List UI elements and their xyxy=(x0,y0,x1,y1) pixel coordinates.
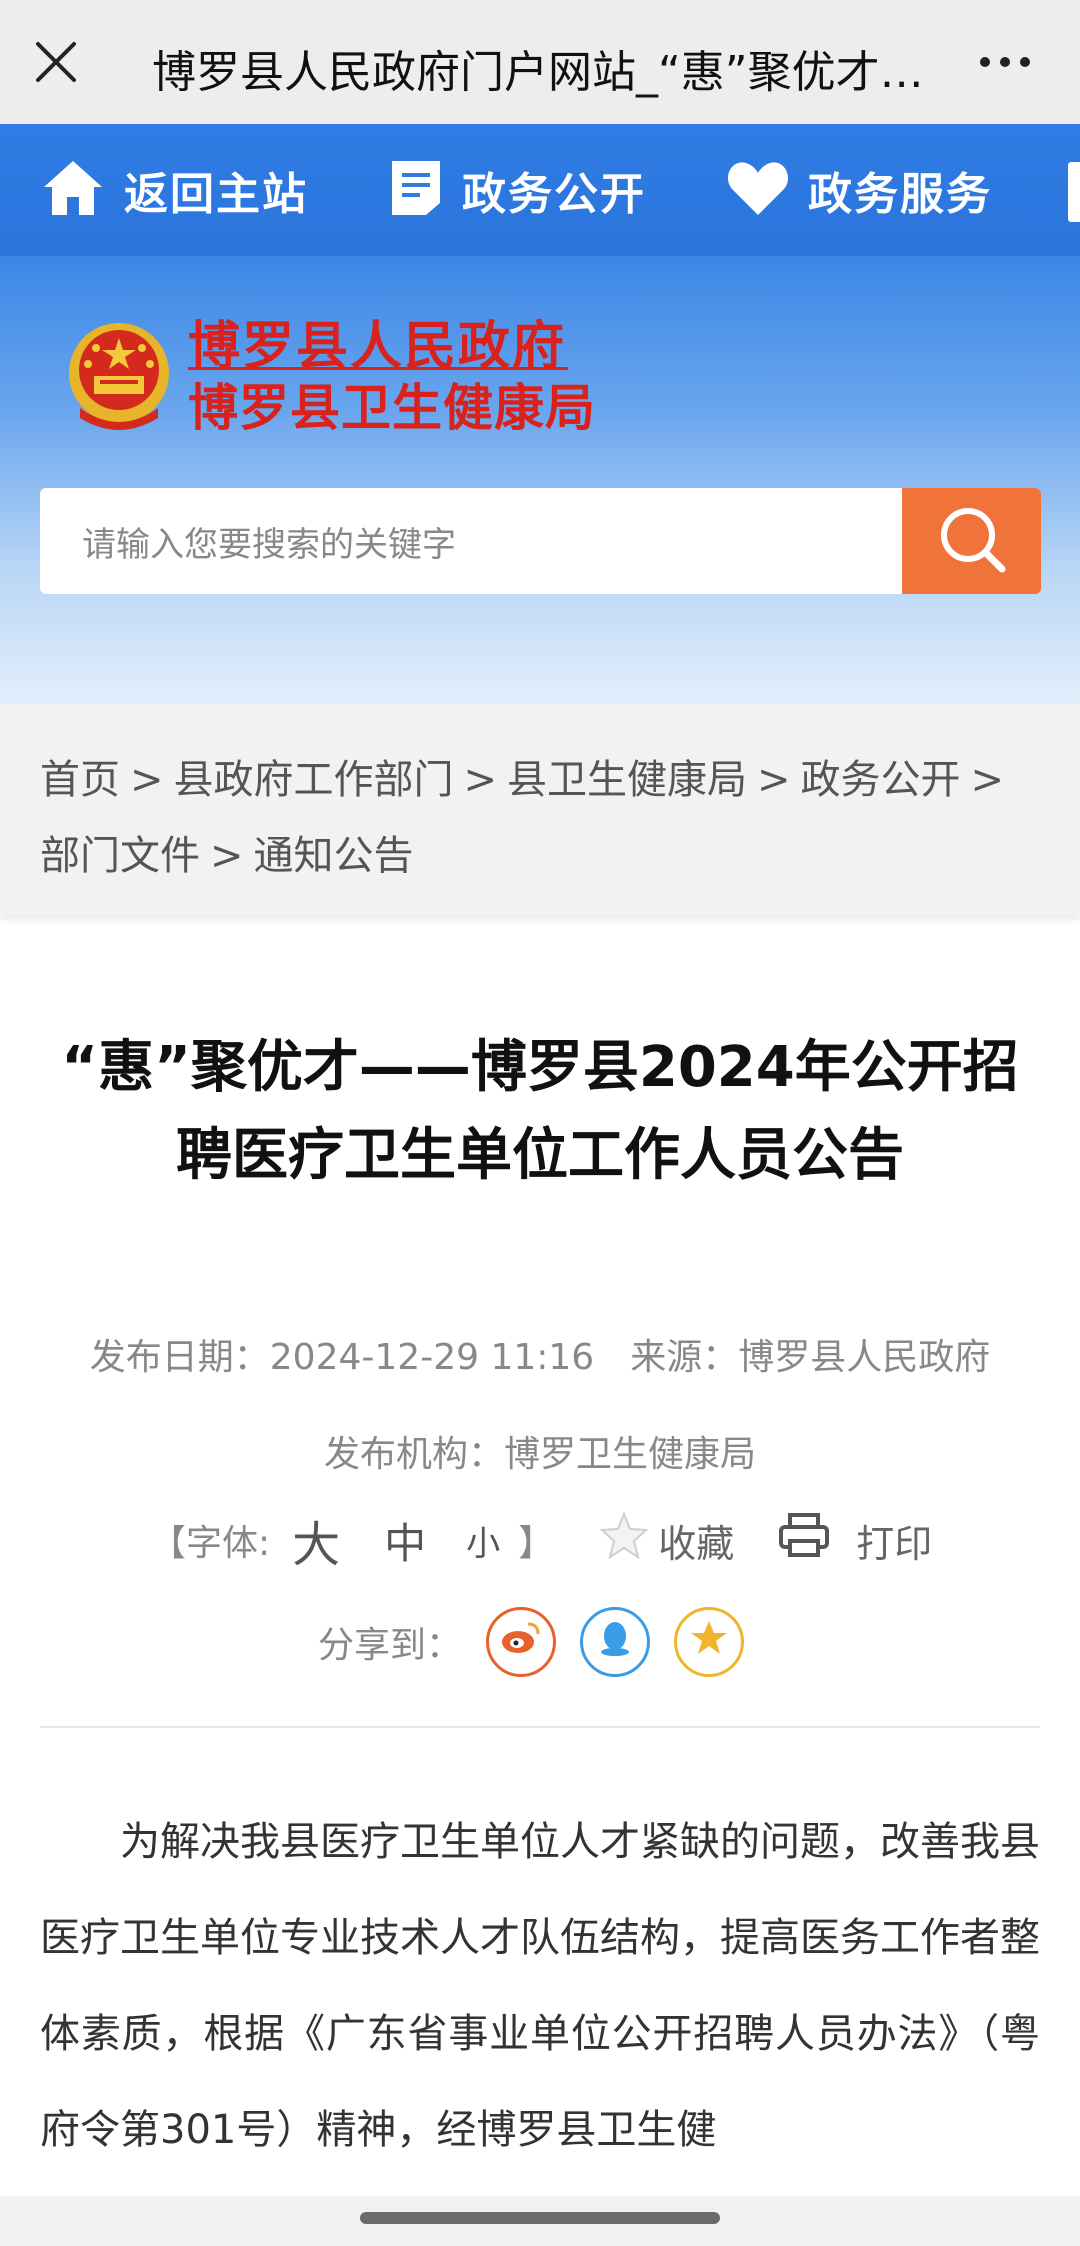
top-nav: 返回主站 政务公开 政务服务 xyxy=(0,124,1080,256)
nav-item-label: 政务服务 xyxy=(808,169,992,220)
breadcrumb-health-bureau[interactable]: 县卫生健康局 xyxy=(507,757,747,803)
browser-top-bar: 博罗县人民政府门户网站_“惠”聚优才——博罗县2024年公开招聘医疗卫生单位工作… xyxy=(0,0,1080,124)
font-small-button[interactable]: 小 xyxy=(466,1516,500,1565)
breadcrumb-dept-files[interactable]: 部门文件 xyxy=(40,833,200,879)
breadcrumb-notices[interactable]: 通知公告 xyxy=(254,833,414,879)
department-name: 博罗县卫生健康局 xyxy=(188,378,596,437)
breadcrumb-gov-affairs[interactable]: 政务公开 xyxy=(801,757,961,803)
heart-icon xyxy=(726,159,790,221)
share-label: 分享到： xyxy=(318,1625,463,1666)
share-weibo-button[interactable] xyxy=(486,1607,557,1677)
qq-icon xyxy=(597,1618,633,1667)
article-body: 为解决我县医疗卫生单位人才紧缺的问题，改善我县医疗卫生单位专业技术人才队伍结构，… xyxy=(40,1819,1040,2153)
star-icon xyxy=(598,1510,650,1571)
font-size-label: 【字体: xyxy=(150,1523,271,1564)
publisher-label: 发布机构： xyxy=(323,1434,504,1475)
nav-item-gov-services[interactable]: 政务服务 xyxy=(726,154,992,226)
date-label: 发布日期： xyxy=(89,1337,270,1378)
nav-item-home[interactable]: 返回主站 xyxy=(40,154,308,226)
breadcrumb: 首页 > 县政府工作部门 > 县卫生健康局 > 政务公开 >部门文件 > 通知公告 xyxy=(0,704,1080,916)
qzone-star-icon xyxy=(689,1618,729,1667)
nav-item-label: 政务公开 xyxy=(462,169,646,220)
publisher-value: 博罗卫生健康局 xyxy=(504,1434,757,1475)
printer-icon xyxy=(778,1512,830,1568)
article-title: “惠”聚优才——博罗县2024年公开招聘医疗卫生单位工作人员公告 xyxy=(61,1035,1019,1188)
article-publisher: 发布机构：博罗卫生健康局 xyxy=(0,1425,1080,1477)
breadcrumb-county-departments[interactable]: 县政府工作部门 xyxy=(174,757,454,803)
print-button[interactable]: 打印 xyxy=(778,1512,933,1568)
share-qq-button[interactable] xyxy=(580,1607,651,1677)
nav-item-partial[interactable] xyxy=(1068,162,1080,222)
article-meta: 发布日期：2024-12-29 11:16 来源：博罗县人民政府 xyxy=(0,1328,1080,1380)
source-label: 来源： xyxy=(630,1337,739,1378)
breadcrumb-separator: > xyxy=(463,757,498,803)
search-icon xyxy=(936,503,1008,579)
share-bar: 分享到： xyxy=(318,1604,745,1680)
breadcrumb-separator: > xyxy=(970,757,1005,803)
home-indicator[interactable] xyxy=(360,2212,720,2224)
home-icon xyxy=(40,155,106,225)
favorite-label: 收藏 xyxy=(658,1521,735,1566)
more-icon[interactable] xyxy=(975,44,1035,80)
font-size-label-close: 】 xyxy=(518,1523,555,1564)
article-tools: 【字体: 大 中 小 】 收藏 打印 xyxy=(150,1510,933,1573)
favorite-button[interactable]: 收藏 xyxy=(598,1510,734,1571)
share-qzone-button[interactable] xyxy=(674,1607,745,1677)
breadcrumb-separator: > xyxy=(130,757,164,803)
nav-item-gov-affairs[interactable]: 政务公开 xyxy=(388,154,646,226)
publish-date: 2024-12-29 11:16 xyxy=(269,1337,595,1378)
font-large-button[interactable]: 大 xyxy=(292,1505,340,1575)
print-label: 打印 xyxy=(856,1521,933,1566)
font-medium-button[interactable]: 中 xyxy=(384,1510,426,1571)
national-emblem-icon xyxy=(64,318,174,436)
close-icon[interactable] xyxy=(32,38,80,86)
breadcrumb-separator: > xyxy=(757,757,791,803)
content-divider xyxy=(40,1726,1040,1728)
weibo-icon xyxy=(500,1620,542,1665)
browser-title: 博罗县人民政府门户网站_“惠”聚优才——博罗县2024年公开招聘医疗卫生单位工作… xyxy=(152,47,932,98)
source-value: 博罗县人民政府 xyxy=(738,1337,991,1378)
document-icon xyxy=(388,157,444,223)
search-input[interactable]: 请输入您要搜索的关键字 xyxy=(40,488,902,594)
site-header: 博罗县人民政府 博罗县卫生健康局 请输入您要搜索的关键字 xyxy=(0,256,1080,704)
search-button[interactable] xyxy=(902,488,1041,594)
breadcrumb-separator: > xyxy=(210,833,244,879)
breadcrumb-home[interactable]: 首页 xyxy=(40,757,120,803)
nav-item-label: 返回主站 xyxy=(124,169,308,220)
